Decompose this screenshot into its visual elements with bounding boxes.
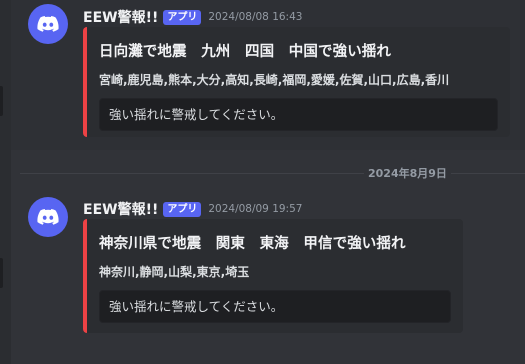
discord-logo-icon [37, 16, 59, 32]
username[interactable]: EEW警報!! [83, 199, 158, 219]
app-tag: アプリ [163, 9, 202, 25]
message-header: EEW警報!! アプリ 2024/08/08 16:43 [83, 7, 302, 27]
date-divider: 2024年8月9日 [364, 165, 451, 181]
left-edge-strip [0, 0, 11, 364]
avatar[interactable] [28, 4, 68, 44]
timestamp[interactable]: 2024/08/08 16:43 [208, 11, 302, 23]
avatar[interactable] [28, 197, 68, 237]
embed: 日向灘で地震 九州 四国 中国で強い揺れ 宮崎,鹿児島,熊本,大分,高知,長崎,… [83, 27, 510, 137]
app-tag: アプリ [163, 201, 202, 217]
embed-title: 神奈川県で地震 関東 東海 甲信で強い揺れ [99, 236, 406, 252]
embed-title: 日向灘で地震 九州 四国 中国で強い揺れ [99, 44, 391, 60]
code-block[interactable]: 強い揺れに警戒してください。 [99, 98, 498, 131]
timestamp[interactable]: 2024/08/09 19:57 [208, 203, 302, 215]
scroll-notch [0, 86, 3, 116]
embed-regions: 神奈川,静岡,山梨,東京,埼玉 [99, 265, 250, 279]
embed: 神奈川県で地震 関東 東海 甲信で強い揺れ 神奈川,静岡,山梨,東京,埼玉 強い… [83, 219, 463, 333]
code-block[interactable]: 強い揺れに警戒してください。 [99, 290, 451, 323]
message-1[interactable]: EEW警報!! アプリ 2024/08/08 16:43 日向灘で地震 九州 四… [11, 0, 525, 150]
embed-regions: 宮崎,鹿児島,熊本,大分,高知,長崎,福岡,愛媛,佐賀,山口,広島,香川 [99, 73, 450, 87]
message-header: EEW警報!! アプリ 2024/08/09 19:57 [83, 199, 302, 219]
discord-logo-icon [37, 209, 59, 225]
scroll-notch [0, 258, 3, 288]
username[interactable]: EEW警報!! [83, 7, 158, 27]
message-2[interactable]: EEW警報!! アプリ 2024/08/09 19:57 神奈川県で地震 関東 … [11, 185, 525, 364]
